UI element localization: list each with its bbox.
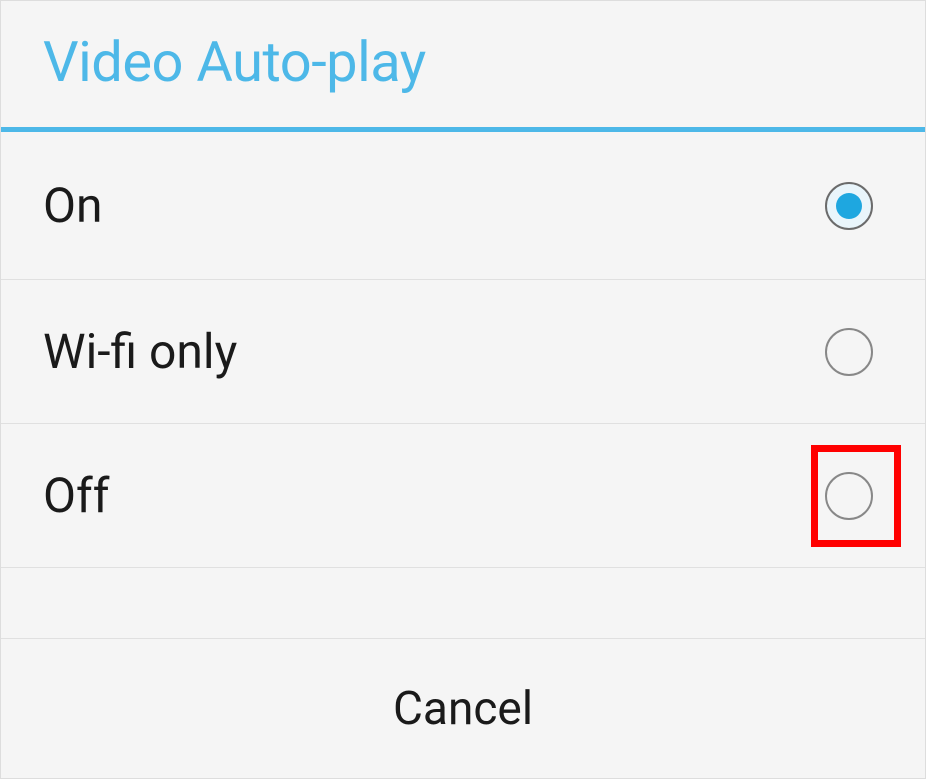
option-label: Off (43, 467, 109, 524)
cancel-label: Cancel (393, 682, 533, 736)
dialog-title: Video Auto-play (43, 29, 883, 95)
option-off[interactable]: Off (1, 424, 925, 568)
options-list: On Wi-fi only Off (1, 132, 925, 638)
cancel-button[interactable]: Cancel (1, 638, 925, 778)
option-on[interactable]: On (1, 132, 925, 280)
option-wifi-only[interactable]: Wi-fi only (1, 280, 925, 424)
radio-unselected-icon (825, 472, 873, 520)
dialog-header: Video Auto-play (1, 1, 925, 127)
option-label: On (43, 177, 103, 234)
option-label: Wi-fi only (43, 323, 237, 380)
radio-unselected-icon (825, 328, 873, 376)
video-autoplay-dialog: Video Auto-play On Wi-fi only Off Cancel (0, 0, 926, 779)
radio-selected-icon (825, 182, 873, 230)
